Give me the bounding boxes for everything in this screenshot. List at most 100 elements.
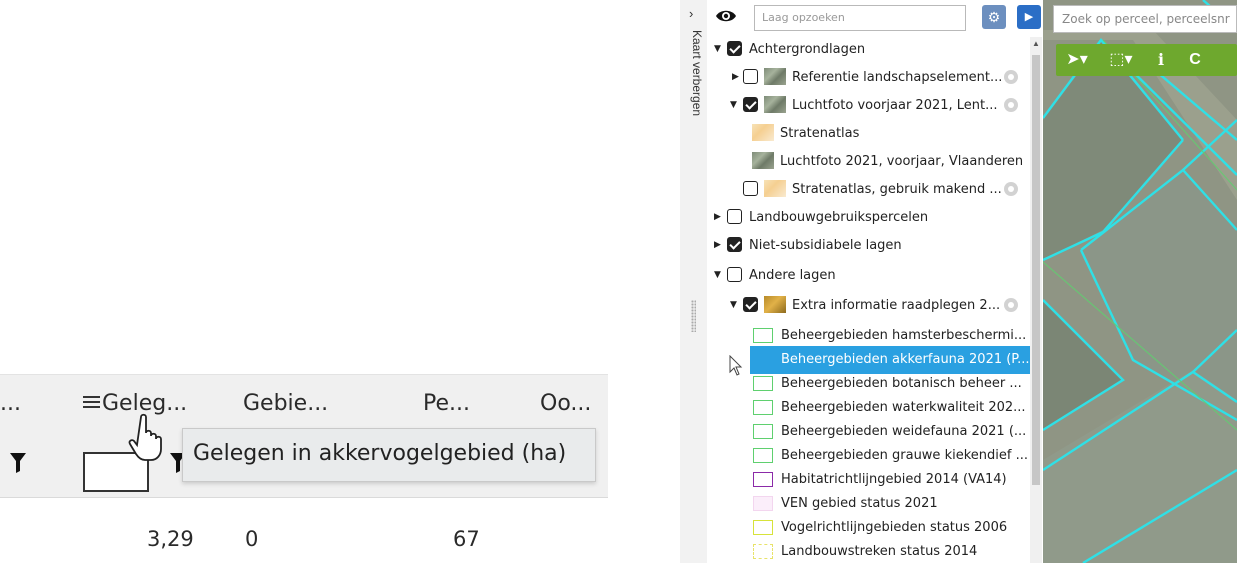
layer-thumbnail: [752, 152, 774, 169]
legend-swatch: [753, 328, 773, 343]
map-toggle-strip[interactable]: › Kaart verbergen: [680, 0, 708, 563]
legend-swatch: [753, 520, 773, 535]
legend-swatch: [753, 496, 773, 511]
layer-item: ▶ Referentie landschapselement...: [707, 64, 1037, 92]
layer-thumbnail: [764, 296, 786, 313]
layer-checkbox[interactable]: [743, 181, 758, 196]
map-view[interactable]: Zoek op perceel, perceelsnr ➤▾ ⬚▾ i C: [1043, 0, 1237, 563]
layer-label[interactable]: Beheergebieden hamsterbeschermi...: [781, 328, 1026, 343]
caret-right-icon[interactable]: ▶: [714, 240, 721, 250]
legend-swatch: [753, 400, 773, 415]
layer-checkbox[interactable]: [743, 297, 758, 312]
resize-grip-icon[interactable]: [691, 300, 696, 332]
layers-toolbar: Laag opzoeken ⚙ ▶: [707, 0, 1043, 36]
caret-right-icon[interactable]: ▶: [714, 212, 721, 222]
layer-label[interactable]: Beheergebieden botanisch beheer ...: [781, 376, 1022, 391]
gear-icon[interactable]: ⚙: [982, 5, 1006, 29]
layer-checkbox[interactable]: [743, 97, 758, 112]
caret-down-icon[interactable]: ▼: [714, 44, 721, 54]
layer-label[interactable]: Referentie landschapselement...: [792, 70, 1002, 85]
legend-swatch: [753, 424, 773, 439]
layer-label[interactable]: Achtergrondlagen: [749, 42, 865, 57]
column-header-oo[interactable]: Oo...: [540, 391, 591, 416]
draw-polygon-icon[interactable]: ⬚▾: [1100, 47, 1142, 73]
cell-value: 0: [245, 527, 259, 551]
info-icon[interactable]: i: [1150, 47, 1172, 73]
layer-checkbox[interactable]: [727, 237, 742, 252]
settings-gear-icon[interactable]: [1004, 182, 1018, 196]
snap-icon[interactable]: C: [1180, 47, 1210, 73]
layer-checkbox[interactable]: [743, 69, 758, 84]
layer-label[interactable]: VEN gebied status 2021: [781, 496, 938, 511]
layer-label[interactable]: Extra informatie raadplegen 2...: [792, 298, 1000, 313]
legend-swatch: [753, 472, 773, 487]
layer-group-achtergrondlagen: ▼ Achtergrondlagen: [707, 36, 1037, 64]
eye-icon[interactable]: [715, 8, 737, 24]
layers-panel: Laag opzoeken ⚙ ▶ ▼ Achtergrondlagen ▶ R…: [707, 0, 1043, 563]
hand-cursor-icon: [128, 413, 162, 461]
hide-map-label[interactable]: Kaart verbergen: [682, 30, 704, 116]
layer-checkbox[interactable]: [727, 41, 742, 56]
aerial-map[interactable]: [1043, 0, 1237, 563]
settings-gear-icon[interactable]: [1004, 98, 1018, 112]
legend-swatch: [753, 352, 773, 367]
layer-label[interactable]: Vogelrichtlijngebieden status 2006: [781, 520, 1007, 535]
layer-item: ▼ Extra informatie raadplegen 2...: [707, 292, 1037, 320]
column-header-truncated[interactable]: ...: [0, 391, 21, 416]
layer-thumbnail: [752, 124, 774, 141]
layer-group-landbouwgebruikspercelen: ▶ Landbouwgebruikspercelen: [707, 204, 1037, 232]
layer-item: Stratenatlas, gebruik makend ...: [707, 176, 1037, 204]
settings-gear-icon[interactable]: [1004, 70, 1018, 84]
caret-down-icon[interactable]: ▼: [730, 300, 737, 310]
parcel-search-input[interactable]: Zoek op perceel, perceelsnr: [1053, 5, 1237, 33]
legend-swatch: [753, 376, 773, 391]
tooltip-text: Gelegen in akkervogelgebied (ha): [193, 441, 567, 466]
layer-label[interactable]: Landbouwstreken status 2014: [781, 544, 977, 559]
caret-right-icon[interactable]: ▶: [732, 72, 739, 82]
layer-group-niet-subsidiabele: ▶ Niet-subsidiabele lagen: [707, 232, 1037, 260]
layer-item: ▼ Luchtfoto voorjaar 2021, Lent...: [707, 92, 1037, 120]
layer-label[interactable]: Niet-subsidiabele lagen: [749, 238, 902, 253]
map-toolbar: ➤▾ ⬚▾ i C: [1056, 44, 1237, 76]
scroll-up-icon[interactable]: ▲: [1032, 39, 1040, 48]
legend-swatch: [753, 544, 773, 559]
play-icon[interactable]: ▶: [1017, 5, 1041, 29]
cell-value: 67: [453, 527, 480, 551]
legend-swatch: [753, 448, 773, 463]
layer-item: Stratenatlas: [707, 120, 1037, 148]
caret-down-icon[interactable]: ▼: [730, 100, 737, 110]
settings-gear-icon[interactable]: [1004, 298, 1018, 312]
column-tooltip: Gelegen in akkervogelgebied (ha): [182, 428, 596, 482]
arrow-cursor-icon: [729, 355, 743, 376]
layer-label[interactable]: Stratenatlas, gebruik makend ...: [792, 182, 1002, 197]
layer-search-input[interactable]: Laag opzoeken: [754, 5, 966, 31]
cell-value: 3,29: [147, 527, 194, 551]
layer-label[interactable]: Beheergebieden akkerfauna 2021 (P...: [781, 352, 1030, 367]
layer-label[interactable]: Beheergebieden waterkwaliteit 202...: [781, 400, 1026, 415]
layer-label[interactable]: Beheergebieden grauwe kiekendief ...: [781, 448, 1028, 463]
layer-thumbnail: [764, 96, 786, 113]
layer-group-andere-lagen: ▼ Andere lagen: [707, 262, 1037, 290]
layer-label[interactable]: Habitatrichtlijngebied 2014 (VA14): [781, 472, 1007, 487]
layer-label[interactable]: Andere lagen: [749, 268, 836, 283]
layer-label[interactable]: Stratenatlas: [780, 126, 859, 141]
layer-label[interactable]: Landbouwgebruikspercelen: [749, 210, 928, 225]
layer-label[interactable]: Luchtfoto 2021, voorjaar, Vlaanderen: [780, 154, 1023, 169]
filter-icon[interactable]: [10, 453, 26, 473]
layer-checkbox[interactable]: [727, 209, 742, 224]
layer-item: Luchtfoto 2021, voorjaar, Vlaanderen: [707, 148, 1037, 176]
chevron-right-icon[interactable]: ›: [689, 6, 693, 21]
column-header-pe[interactable]: Pe...: [423, 391, 470, 416]
select-pointer-icon[interactable]: ➤▾: [1058, 47, 1096, 73]
scrollbar-thumb[interactable]: [1032, 55, 1040, 485]
column-header-gebied[interactable]: Gebie...: [243, 391, 328, 416]
layer-thumbnail: [764, 68, 786, 85]
layers-scrollbar[interactable]: ▲: [1030, 37, 1042, 563]
layer-label[interactable]: Beheergebieden weidefauna 2021 (...: [781, 424, 1026, 439]
caret-down-icon[interactable]: ▼: [714, 270, 721, 280]
layer-checkbox[interactable]: [727, 267, 742, 282]
column-menu-icon[interactable]: [83, 395, 100, 409]
layer-thumbnail: [764, 180, 786, 197]
layer-label[interactable]: Luchtfoto voorjaar 2021, Lent...: [792, 98, 998, 113]
sublayer-item[interactable]: Landbouwstreken status 2014: [707, 538, 1037, 563]
